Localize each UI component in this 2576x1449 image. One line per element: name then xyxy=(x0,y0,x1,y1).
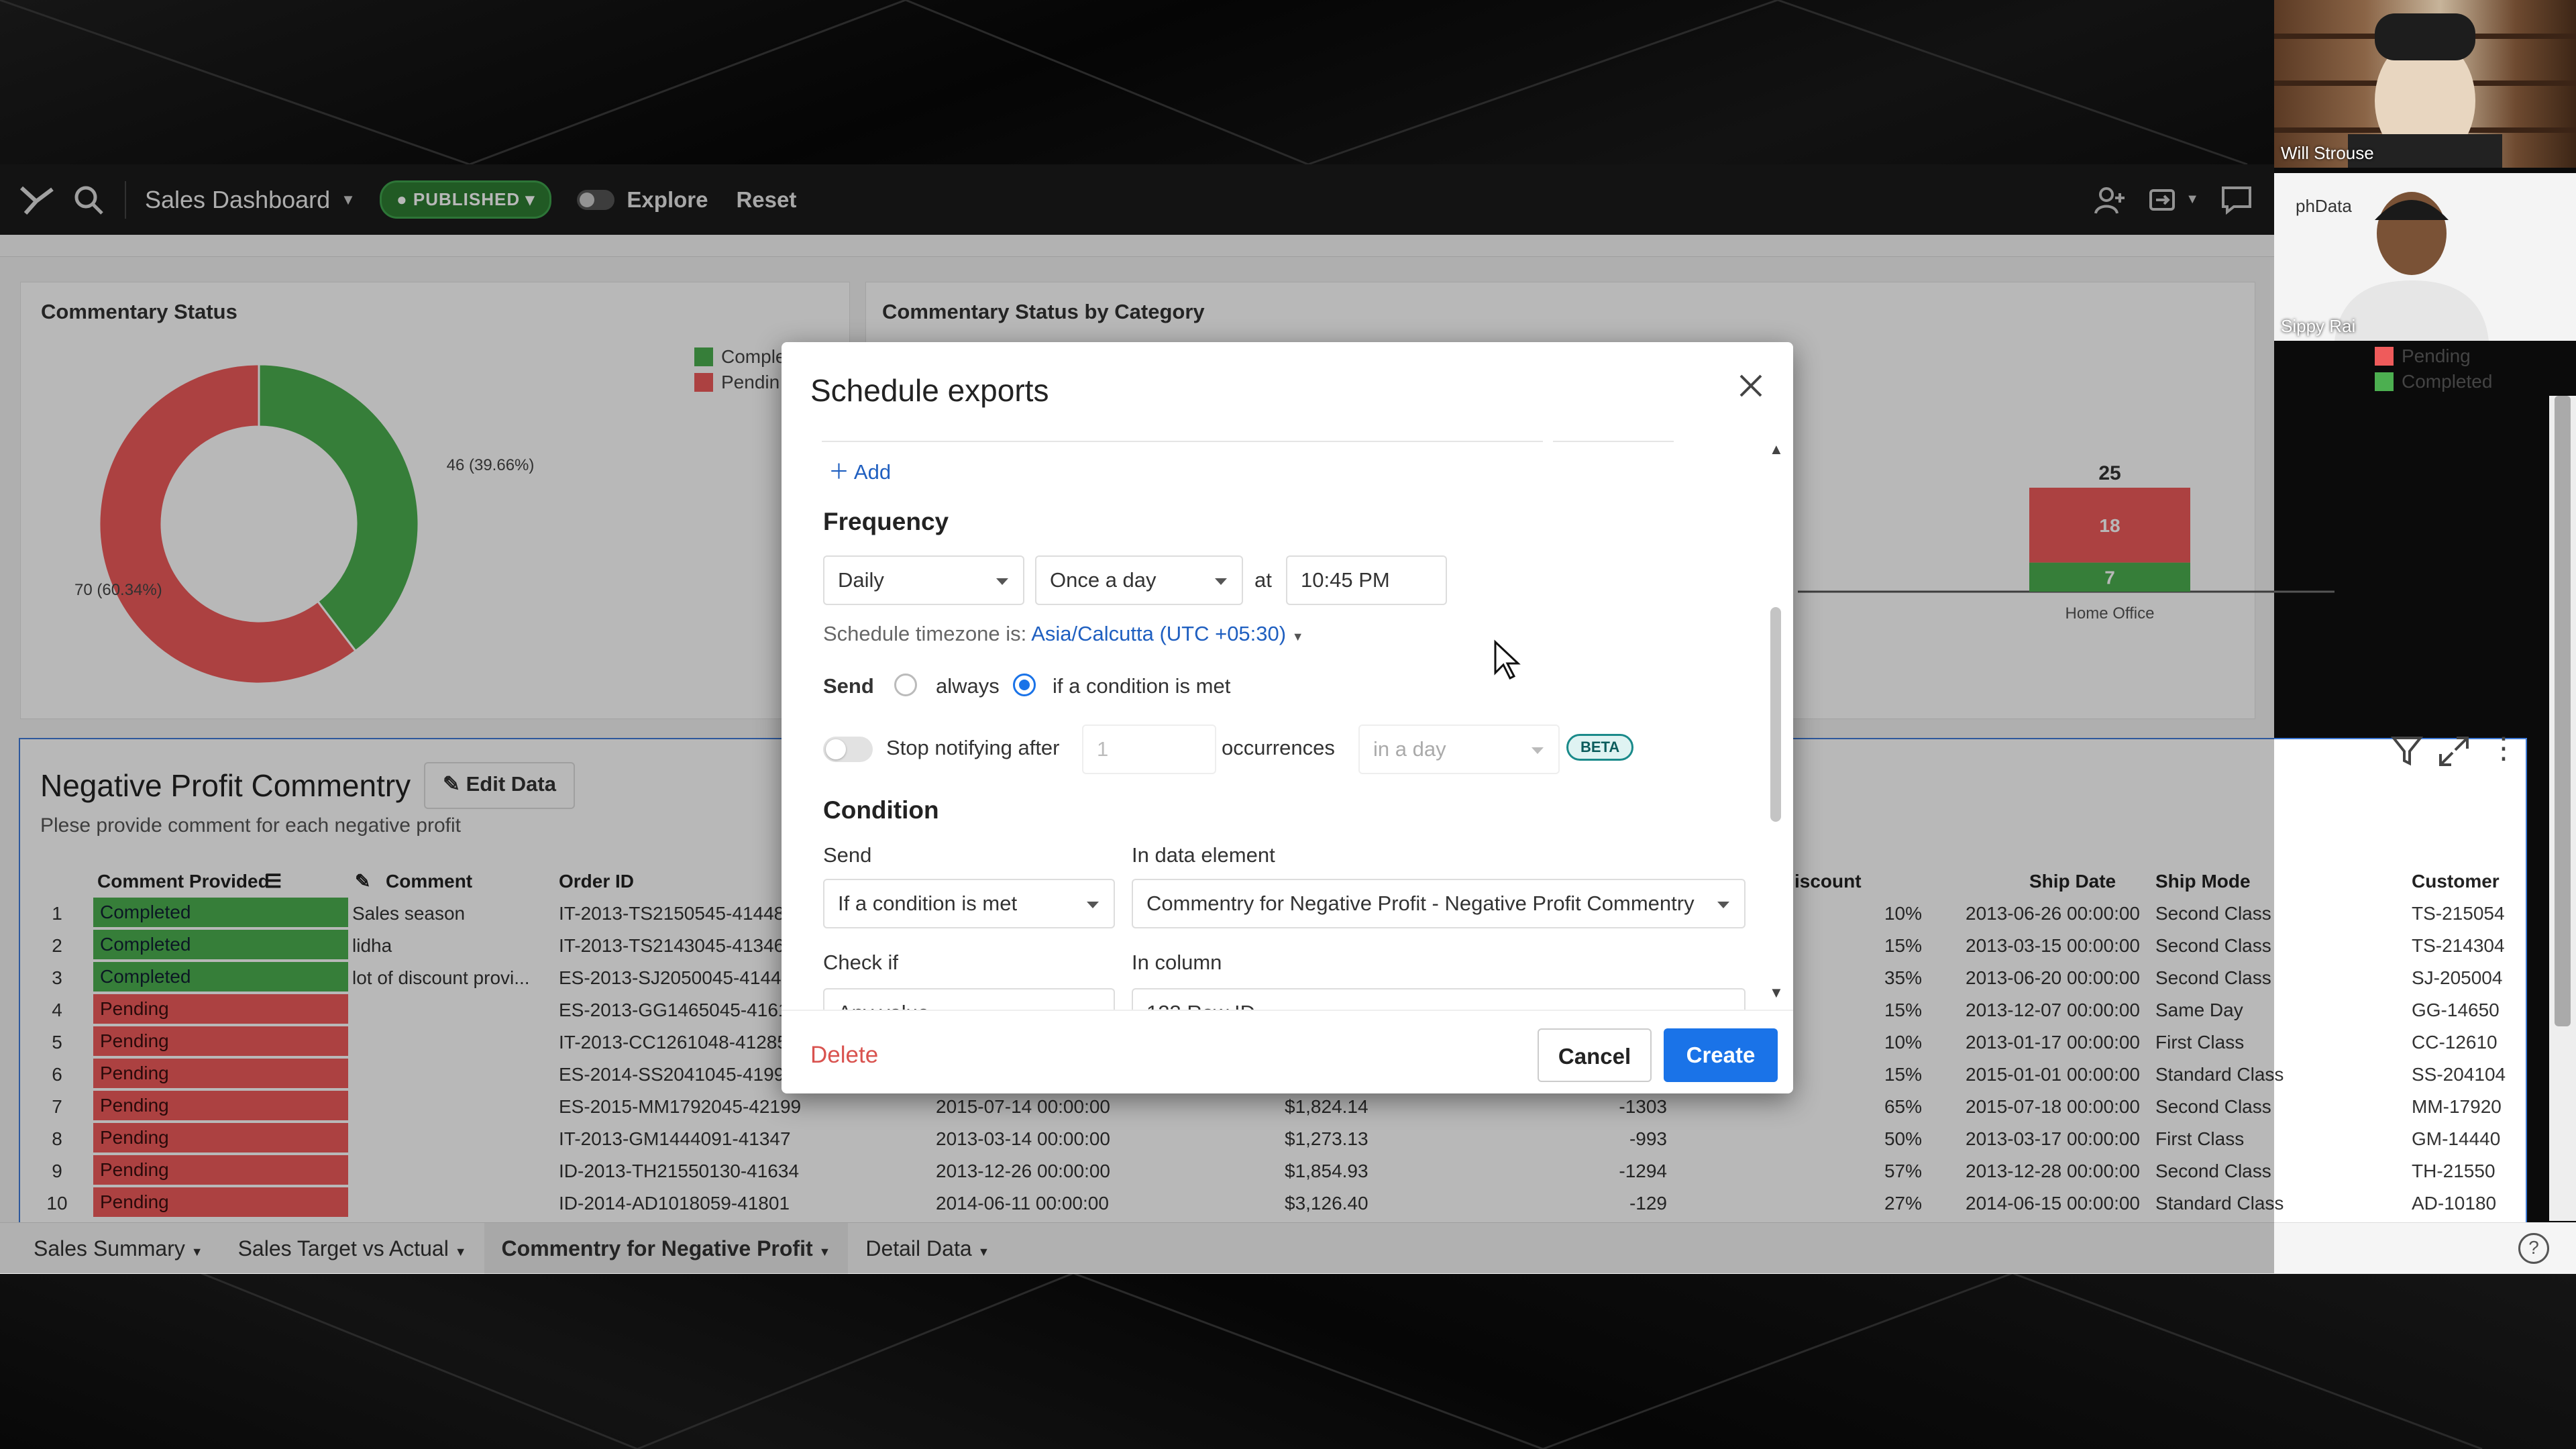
condition-heading: Condition xyxy=(823,796,939,824)
dialog-title: Schedule exports xyxy=(810,373,1049,408)
timezone-label: Schedule timezone is: Asia/Calcutta (UTC… xyxy=(823,622,1304,645)
frequency-heading: Frequency xyxy=(823,508,949,535)
legend-item-completed[interactable]: Completed xyxy=(2375,371,2492,392)
phdata-logo: phData xyxy=(2296,196,2352,216)
customer-cell: SJ-205004 xyxy=(2412,967,2503,988)
video-tile-sippy: phData Sippy Rai xyxy=(2274,173,2576,341)
customer-cell: CC-12610 xyxy=(2412,1032,2498,1053)
check-if-select[interactable]: Any value xyxy=(823,988,1115,1010)
time-input[interactable]: 10:45 PM xyxy=(1286,555,1447,605)
customer-cell: TS-214304 xyxy=(2412,935,2505,956)
scrollbar-thumb[interactable] xyxy=(2555,396,2571,1026)
column-label: In column xyxy=(1132,951,1222,974)
chevron-down-icon xyxy=(1532,747,1544,754)
check-if-label: Check if xyxy=(823,951,898,974)
customer-cell: TH-21550 xyxy=(2412,1161,2496,1181)
data-element-label: In data element xyxy=(1132,843,1275,867)
column-header-customer[interactable]: Customer I xyxy=(2412,865,2506,898)
close-icon[interactable] xyxy=(1734,369,1768,402)
at-label: at xyxy=(1254,568,1272,592)
partial-field xyxy=(1442,433,1543,442)
occurrence-count-input[interactable]: 1 xyxy=(1082,724,1216,774)
chevron-down-icon xyxy=(996,578,1008,585)
video-tile-will: Will Strouse xyxy=(2274,0,2576,168)
legend-item-pending[interactable]: Pending xyxy=(2375,345,2492,367)
stop-notifying-label: Stop notifying after xyxy=(886,736,1060,759)
column-select[interactable]: 123 Row ID xyxy=(1132,988,1746,1010)
mouse-cursor-icon xyxy=(1494,639,1521,680)
customer-cell: SS-204104 xyxy=(2412,1064,2506,1085)
plus-icon: ＋ xyxy=(828,460,854,484)
delete-button[interactable]: Delete xyxy=(810,1042,878,1069)
radio-condition-label[interactable]: if a condition is met xyxy=(1053,674,1230,698)
occurrences-label: occurrences xyxy=(1222,736,1335,759)
radio-always-label[interactable]: always xyxy=(936,674,1000,698)
more-options-icon[interactable]: ⋮ xyxy=(2489,731,2518,765)
participant-name: Will Strouse xyxy=(2281,143,2374,163)
chevron-down-icon xyxy=(1087,902,1099,908)
stop-notifying-toggle[interactable] xyxy=(823,737,873,762)
chevron-down-icon xyxy=(1717,902,1729,908)
participant-name: Sippy Rai xyxy=(2281,316,2356,336)
condition-send-select[interactable]: If a condition is met xyxy=(823,879,1115,928)
data-element-select[interactable]: Commentry for Negative Profit - Negative… xyxy=(1132,879,1746,928)
dialog-scrollbar[interactable]: ▲ ▼ xyxy=(1761,433,1790,1010)
legend-swatch xyxy=(2375,372,2394,391)
dialog-footer-divider xyxy=(782,1010,1793,1011)
create-button[interactable]: Create xyxy=(1664,1028,1778,1082)
chevron-down-icon xyxy=(1215,578,1227,585)
customer-cell: MM-17920 xyxy=(2412,1096,2502,1117)
customer-cell: TS-215054 xyxy=(2412,903,2505,924)
dialog-body: ＋ Add Frequency Daily Once a day at 10:4… xyxy=(782,433,1793,1010)
add-recipient-button[interactable]: ＋ Add xyxy=(828,455,891,485)
filter-icon[interactable] xyxy=(2388,731,2428,771)
cancel-button[interactable]: Cancel xyxy=(1538,1028,1652,1082)
toggle-knob xyxy=(826,739,846,759)
expand-icon[interactable] xyxy=(2435,733,2473,770)
period-select[interactable]: in a day xyxy=(1358,724,1560,774)
scrollbar-thumb[interactable] xyxy=(1770,607,1781,822)
help-icon[interactable]: ? xyxy=(2518,1233,2549,1264)
customer-cell: GG-14650 xyxy=(2412,1000,2500,1020)
customer-cell: GM-14440 xyxy=(2412,1128,2501,1149)
send-label: Send xyxy=(823,674,874,698)
scroll-down-icon[interactable]: ▼ xyxy=(1769,984,1784,1002)
repeat-select[interactable]: Once a day xyxy=(1035,555,1243,605)
radio-condition[interactable] xyxy=(1013,674,1036,696)
legend-swatch xyxy=(2375,347,2394,366)
timezone-link[interactable]: Asia/Calcutta (UTC +05:30) xyxy=(1031,622,1286,645)
beta-badge: BETA xyxy=(1566,734,1634,761)
frequency-select[interactable]: Daily xyxy=(823,555,1024,605)
chevron-down-icon[interactable]: ▼ xyxy=(1292,630,1304,643)
condition-send-label: Send xyxy=(823,843,872,867)
schedule-exports-dialog: Schedule exports ＋ Add Frequency Daily O… xyxy=(782,342,1793,1093)
scroll-up-icon[interactable]: ▲ xyxy=(1769,441,1784,458)
partial-field xyxy=(1553,433,1674,442)
dashboard-scrollbar[interactable] xyxy=(2549,396,2576,1221)
radio-always[interactable] xyxy=(894,674,917,696)
customer-cell: AD-10180 xyxy=(2412,1193,2497,1214)
partial-fields-row xyxy=(822,433,1493,442)
category-legend: Pending Completed xyxy=(2375,345,2492,392)
